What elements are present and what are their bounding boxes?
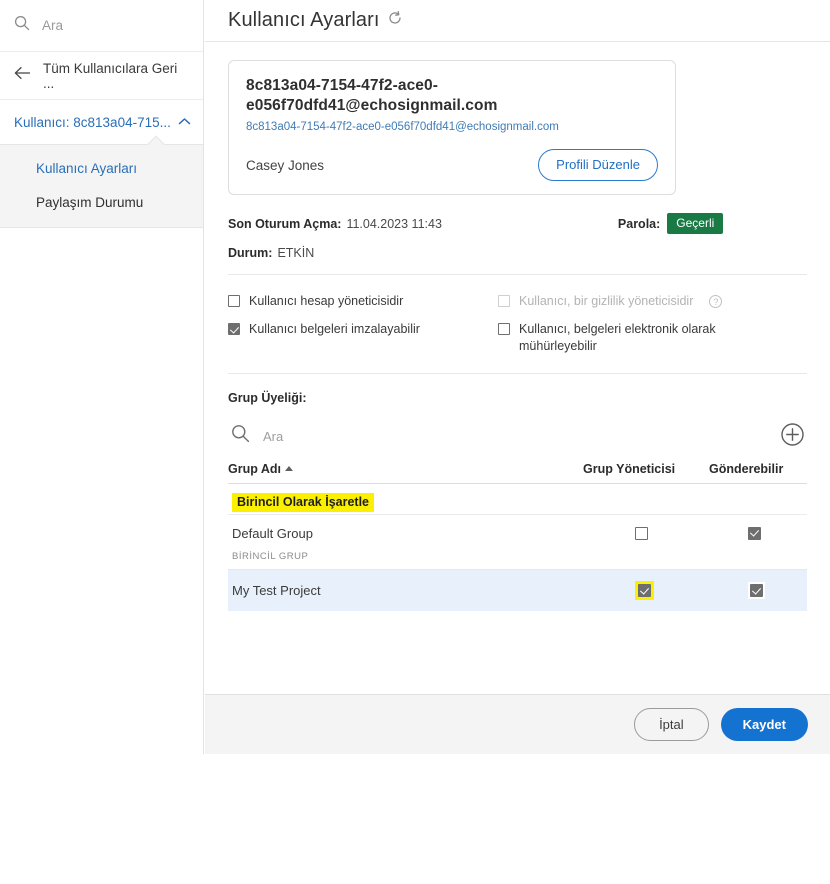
refresh-icon[interactable] [388, 10, 402, 30]
permission-label: Kullanıcı hesap yöneticisidir [249, 294, 404, 308]
checkbox-group-admin[interactable] [638, 584, 651, 597]
state-label: Durum: [228, 246, 273, 260]
permission-privacy-admin: Kullanıcı, bir gizlilik yöneticisidir ? [498, 293, 807, 310]
save-button[interactable]: Kaydet [720, 708, 808, 741]
checkbox-can-send[interactable] [750, 584, 763, 597]
checkbox-can-send[interactable] [748, 526, 761, 540]
can-send-wrapper [748, 582, 765, 599]
sidebar-item-sharing-status[interactable]: Paylaşım Durumu [0, 185, 203, 219]
sidebar-submenu: Kullanıcı Ayarları Paylaşım Durumu [0, 135, 203, 228]
group-search-row[interactable]: Ara [228, 418, 807, 454]
permission-label: Kullanıcı belgeleri imzalayabilir [249, 322, 420, 336]
column-header-group-admin: Grup Yöneticisi [583, 462, 676, 476]
sidebar-item-label: Paylaşım Durumu [36, 194, 144, 210]
search-icon [14, 15, 30, 36]
state-value: ETKİN [277, 246, 315, 260]
profile-email-link[interactable]: 8c813a04-7154-47f2-ace0-e056f70dfd41@ech… [246, 121, 658, 133]
profile-user-name: Casey Jones [246, 157, 325, 173]
primary-group-sublabel: BİRİNCİL GRUP [228, 551, 807, 569]
status-section: Son Oturum Açma: 11.04.2023 11:43 Parola… [228, 213, 807, 275]
help-icon[interactable]: ? [709, 295, 723, 308]
main-panel: Kullanıcı Ayarları 8c813a04-7154-47f2-ac… [205, 0, 830, 754]
profile-card: 8c813a04-7154-47f2-ace0-e056f70dfd41@ech… [228, 60, 676, 195]
password-label: Parola: [617, 216, 661, 231]
permission-label: Kullanıcı, bir gizlilik yöneticisidir [519, 294, 694, 308]
groups-table: Grup Adı Grup Yöneticisi Gönderebilir Bi… [228, 462, 807, 611]
checkbox-can-sign[interactable] [228, 323, 240, 335]
last-login-value: 11.04.2023 11:43 [346, 216, 442, 231]
column-header-can-send: Gönderebilir [709, 462, 784, 476]
sidebar-search-placeholder: Ara [42, 18, 64, 33]
permission-can-esign-seal[interactable]: Kullanıcı, belgeleri elektronik olarak m… [498, 321, 807, 355]
checkbox-account-admin[interactable] [228, 295, 240, 307]
search-icon [231, 424, 250, 448]
sidebar-item-label: Kullanıcı Ayarları [36, 160, 138, 176]
permission-label: Kullanıcı, belgeleri elektronik olarak m… [519, 322, 716, 353]
sidebar-back-to-all-users[interactable]: Tüm Kullanıcılara Geri ... [0, 52, 203, 100]
group-admin-cell [583, 526, 709, 540]
checkbox-group-admin[interactable] [635, 526, 648, 540]
user-settings-page: Ara Tüm Kullanıcılara Geri ... Kullanıcı… [0, 0, 830, 884]
sidebar-user-group-label: Kullanıcı: 8c813a04-715... [14, 114, 171, 130]
sidebar-item-user-settings[interactable]: Kullanıcı Ayarları [0, 151, 203, 185]
chevron-up-icon [178, 113, 191, 131]
sidebar-user-group-toggle[interactable]: Kullanıcı: 8c813a04-715... [0, 100, 203, 144]
profile-card-footer: Casey Jones Profili Düzenle [246, 149, 658, 181]
add-circle-icon[interactable] [780, 422, 805, 452]
checkbox-privacy-admin [498, 295, 510, 307]
can-send-cell [709, 582, 807, 599]
group-admin-cell [583, 581, 709, 600]
profile-email-heading: 8c813a04-7154-47f2-ace0-e056f70dfd41@ech… [246, 77, 498, 114]
cancel-button[interactable]: İptal [634, 708, 709, 741]
groups-table-header: Grup Adı Grup Yöneticisi Gönderebilir [228, 462, 807, 484]
password-status-badge: Geçerli [667, 213, 724, 234]
last-login-row: Son Oturum Açma: 11.04.2023 11:43 Parola… [228, 213, 807, 234]
sidebar-search[interactable]: Ara [0, 0, 203, 52]
can-send-cell [709, 526, 807, 540]
edit-profile-button[interactable]: Profili Düzenle [538, 149, 658, 181]
permission-can-sign[interactable]: Kullanıcı belgeleri imzalayabilir [228, 321, 498, 355]
checkbox-can-esign-seal[interactable] [498, 323, 510, 335]
group-name-cell: Default Group [232, 525, 313, 541]
column-label: Grup Adı [228, 462, 282, 476]
permissions-grid: Kullanıcı hesap yöneticisidir Kullanıcı,… [228, 293, 807, 374]
group-admin-highlight [635, 581, 654, 600]
table-row[interactable]: My Test Project [228, 569, 807, 611]
group-search-placeholder: Ara [263, 428, 284, 444]
page-header: Kullanıcı Ayarları [205, 0, 830, 42]
sidebar-back-label: Tüm Kullanıcılara Geri ... [43, 60, 178, 91]
group-membership-title: Grup Üyeliği: [228, 391, 307, 405]
form-footer: İptal Kaydet [205, 694, 830, 754]
state-row: Durum: ETKİN [228, 246, 807, 260]
password-group: Parola: Geçerli [617, 213, 724, 234]
page-title: Kullanıcı Ayarları [228, 9, 380, 31]
mark-as-primary-row: Birincil Olarak İşaretle [228, 484, 807, 514]
last-login-label: Son Oturum Açma: [228, 216, 342, 231]
group-name-cell: My Test Project [232, 583, 321, 598]
arrow-left-icon [14, 66, 31, 85]
mark-as-primary-link[interactable]: Birincil Olarak İşaretle [232, 493, 375, 512]
column-header-group-name[interactable]: Grup Adı [228, 462, 583, 476]
permission-account-admin[interactable]: Kullanıcı hesap yöneticisidir [228, 293, 498, 310]
table-row[interactable]: Default Group [228, 514, 807, 551]
left-sidebar: Ara Tüm Kullanıcılara Geri ... Kullanıcı… [0, 0, 204, 754]
main-body: 8c813a04-7154-47f2-ace0-e056f70dfd41@ech… [205, 42, 830, 611]
caret-up-icon [285, 465, 294, 471]
